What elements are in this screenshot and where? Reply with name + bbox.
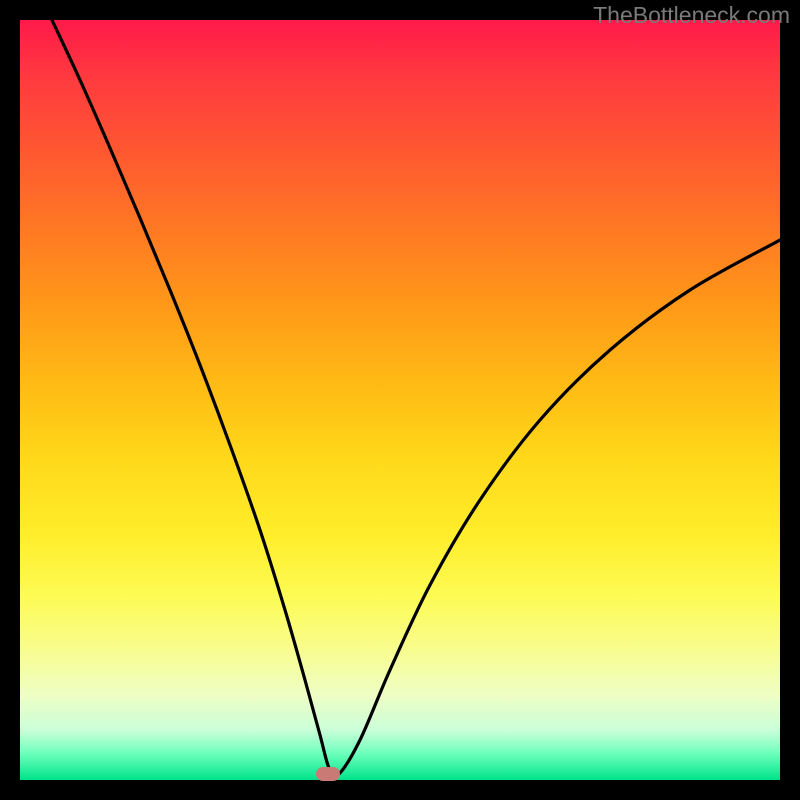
chart-frame: TheBottleneck.com: [0, 0, 800, 800]
plot-area: [20, 20, 780, 780]
min-marker: [316, 767, 340, 781]
watermark-text: TheBottleneck.com: [593, 2, 790, 29]
